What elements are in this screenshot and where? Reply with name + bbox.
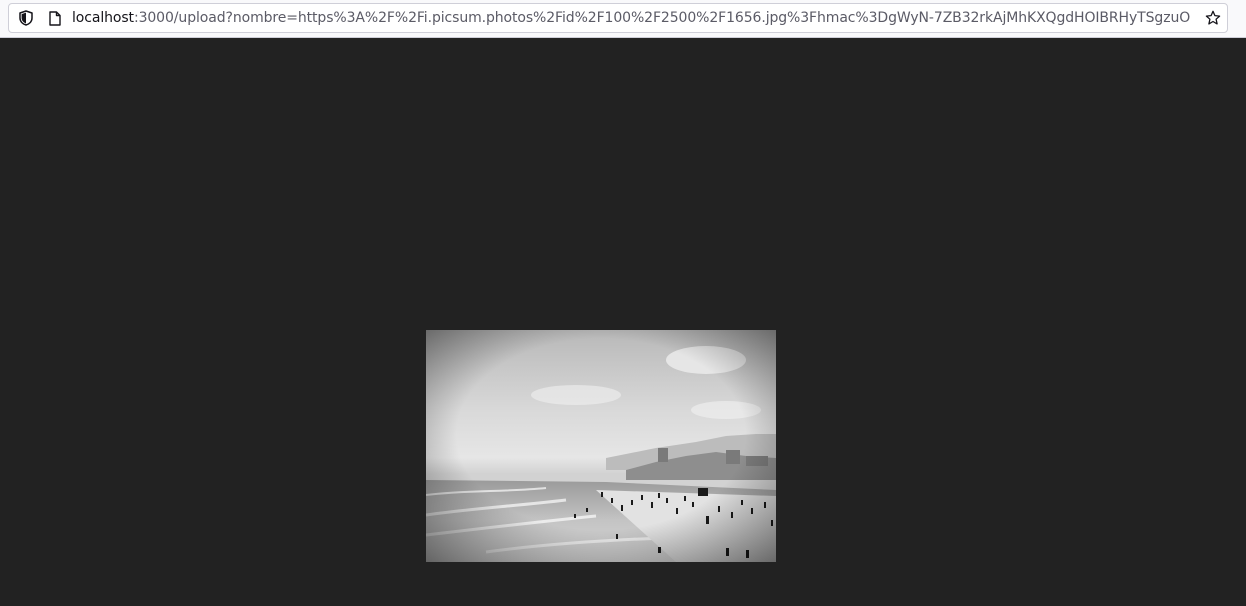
page-viewport [0, 38, 1246, 606]
browser-toolbar: localhost:3000/upload?nombre=https%3A%2F… [0, 0, 1246, 38]
page-icon [47, 10, 63, 26]
url-path: :3000/upload?nombre=https%3A%2F%2Fi.pics… [133, 10, 1191, 26]
url-text[interactable]: localhost:3000/upload?nombre=https%3A%2F… [72, 10, 1198, 26]
uploaded-photo [426, 330, 776, 562]
star-icon[interactable] [1205, 10, 1221, 26]
address-bar[interactable]: localhost:3000/upload?nombre=https%3A%2F… [8, 3, 1228, 33]
url-host: localhost [72, 10, 134, 26]
shield-icon[interactable] [18, 10, 34, 26]
